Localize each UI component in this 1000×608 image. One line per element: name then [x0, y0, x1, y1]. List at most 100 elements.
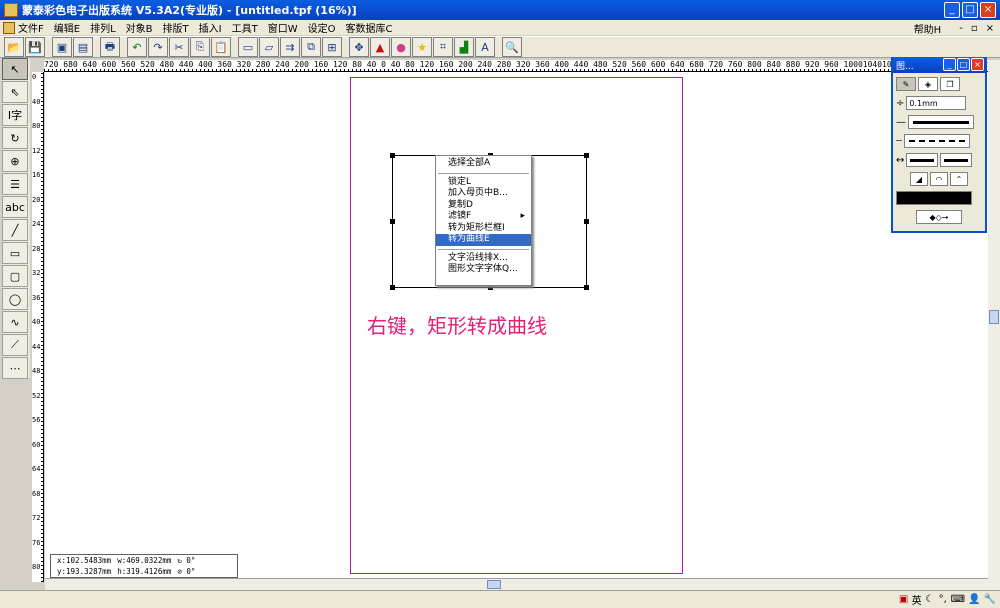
rotate-tool-icon[interactable]: ↻	[2, 127, 28, 149]
fill-tab-icon[interactable]: ◈	[918, 77, 938, 91]
minimize-button[interactable]: _	[944, 2, 960, 18]
preview-icon[interactable]: 🔍	[502, 37, 522, 57]
context-item-to-rect-frame[interactable]: 转为矩形栏框I	[436, 223, 531, 235]
context-item-select-all[interactable]: 选择全部A	[436, 158, 531, 170]
color-circles-icon[interactable]: ●	[391, 37, 411, 57]
line-color-select[interactable]	[896, 191, 972, 205]
overlap-icon[interactable]: ⧉	[301, 37, 321, 57]
context-item-graphic-text-font[interactable]: 图形文字字体Q...	[436, 264, 531, 276]
print-icon[interactable]: 🖶	[100, 37, 120, 57]
ime-language[interactable]: 英	[912, 592, 922, 607]
maximize-button[interactable]: □	[962, 2, 978, 18]
line-options-icon[interactable]: ◆◇→	[916, 210, 962, 224]
bezier-tool-icon[interactable]: ⟋	[2, 334, 28, 356]
menu-help[interactable]: 帮助H	[914, 21, 942, 36]
table-tool-icon[interactable]: ⋯	[2, 357, 28, 379]
vruler-tick: 80	[32, 563, 41, 571]
wrench-icon[interactable]: 🔧	[984, 594, 996, 605]
dash-style-select[interactable]	[904, 134, 971, 148]
curve-tool-icon[interactable]: ∿	[2, 311, 28, 333]
flow-icon[interactable]: ⇉	[280, 37, 300, 57]
rectangle-tool-icon[interactable]: ▭	[2, 242, 28, 264]
line-width-input[interactable]: 0.1mm	[906, 96, 967, 110]
menu-database[interactable]: 客数据库C	[345, 20, 392, 35]
horizontal-scroll-thumb[interactable]	[487, 580, 501, 589]
document-icon[interactable]	[3, 21, 15, 34]
menu-arrange[interactable]: 排列L	[90, 20, 116, 35]
start-arrow-select[interactable]	[906, 153, 939, 167]
panel-close-button[interactable]: ×	[971, 58, 984, 71]
user-icon[interactable]: 👤	[968, 594, 980, 605]
vertical-scrollbar[interactable]	[988, 60, 1000, 590]
context-item-text-on-path[interactable]: 文字沿线排X...	[436, 253, 531, 265]
menu-insert[interactable]: 插入I	[199, 20, 222, 35]
mdi-restore-button[interactable]: ▫	[971, 23, 978, 34]
horizontal-scrollbar[interactable]	[45, 578, 988, 590]
menu-window[interactable]: 窗口W	[268, 20, 298, 35]
line-style-select[interactable]	[908, 115, 974, 129]
vertical-scroll-thumb[interactable]	[989, 310, 999, 324]
context-item-copy[interactable]: 复制D	[436, 200, 531, 212]
resize-handle[interactable]	[390, 219, 395, 224]
context-item-add-to-master[interactable]: 加入母页中B...	[436, 188, 531, 200]
chart-icon[interactable]: ▟	[454, 37, 474, 57]
line-tool-icon[interactable]: ╱	[2, 219, 28, 241]
join-miter-icon[interactable]: ◢	[910, 172, 928, 186]
menu-tools[interactable]: 工具T	[232, 20, 258, 35]
frame-icon[interactable]: ▭	[238, 37, 258, 57]
redo-icon[interactable]: ↷	[148, 37, 168, 57]
resize-handle[interactable]	[584, 153, 589, 158]
shadow-tab-icon[interactable]: ❐	[940, 77, 960, 91]
text-grid-icon[interactable]: A	[475, 37, 495, 57]
context-item-lock[interactable]: 锁定L	[436, 177, 531, 189]
moon-icon[interactable]: ☾	[925, 594, 935, 605]
rounded-rect-tool-icon[interactable]: ▢	[2, 265, 28, 287]
mdi-minimize-button[interactable]: -	[959, 23, 963, 34]
select-tool-icon[interactable]: ↖	[2, 58, 28, 80]
join-round-icon[interactable]: ◠	[930, 172, 948, 186]
menu-edit[interactable]: 编辑E	[54, 20, 80, 35]
solid-line-swatch	[913, 120, 969, 124]
cut-icon[interactable]: ✂	[169, 37, 189, 57]
move-icon[interactable]: ✥	[349, 37, 369, 57]
menu-file[interactable]: 文件F	[18, 20, 44, 35]
resize-handle[interactable]	[584, 285, 589, 290]
resize-handle[interactable]	[584, 219, 589, 224]
copy-icon[interactable]: ⎘	[190, 37, 210, 57]
undo-icon[interactable]: ↶	[127, 37, 147, 57]
ellipse-tool-icon[interactable]: ◯	[2, 288, 28, 310]
zoom-tool-icon[interactable]: ⊕	[2, 150, 28, 172]
star-icon[interactable]: ★	[412, 37, 432, 57]
text-tool-icon[interactable]: I字	[2, 104, 28, 126]
context-item-to-curve[interactable]: 转为曲线E	[436, 234, 531, 246]
shapes-color-icon[interactable]: ▲	[370, 37, 390, 57]
menu-settings[interactable]: 设定O	[308, 20, 336, 35]
end-arrow-select[interactable]	[940, 153, 973, 167]
panel-minimize-button[interactable]: _	[943, 58, 956, 71]
mdi-close-button[interactable]: ×	[986, 23, 994, 34]
punctuation-icon[interactable]: °,	[938, 594, 948, 605]
node-select-tool-icon[interactable]: ⇖	[2, 81, 28, 103]
ime-icon[interactable]: ▣	[899, 594, 909, 605]
export-icon[interactable]: ▤	[73, 37, 93, 57]
pen-tab-icon[interactable]: ✎	[896, 77, 916, 91]
map-icon[interactable]: ⌗	[433, 37, 453, 57]
import-icon[interactable]: ▣	[52, 37, 72, 57]
resize-handle[interactable]	[390, 153, 395, 158]
join-bevel-icon[interactable]: ⌃	[950, 172, 968, 186]
table-icon[interactable]: ⊞	[322, 37, 342, 57]
keyboard-icon[interactable]: ⌨	[951, 594, 965, 605]
close-button[interactable]: ×	[980, 2, 996, 18]
menu-object[interactable]: 对象B	[126, 20, 153, 35]
abc-tool-icon[interactable]: abc	[2, 196, 28, 218]
paste-icon[interactable]: 📋	[211, 37, 231, 57]
save-icon[interactable]: 💾	[25, 37, 45, 57]
panel-maximize-button[interactable]: □	[957, 58, 970, 71]
text-frame-tool-icon[interactable]: ☰	[2, 173, 28, 195]
window-title: 蒙泰彩色电子出版系统 V5.3A2(专业版) - [untitled.tpf (…	[22, 4, 357, 17]
open-icon[interactable]: 📂	[4, 37, 24, 57]
context-item-filter[interactable]: 滤镜F ▸	[436, 211, 531, 223]
resize-handle[interactable]	[390, 285, 395, 290]
menu-layout[interactable]: 排版T	[163, 20, 189, 35]
frame-link-icon[interactable]: ▱	[259, 37, 279, 57]
